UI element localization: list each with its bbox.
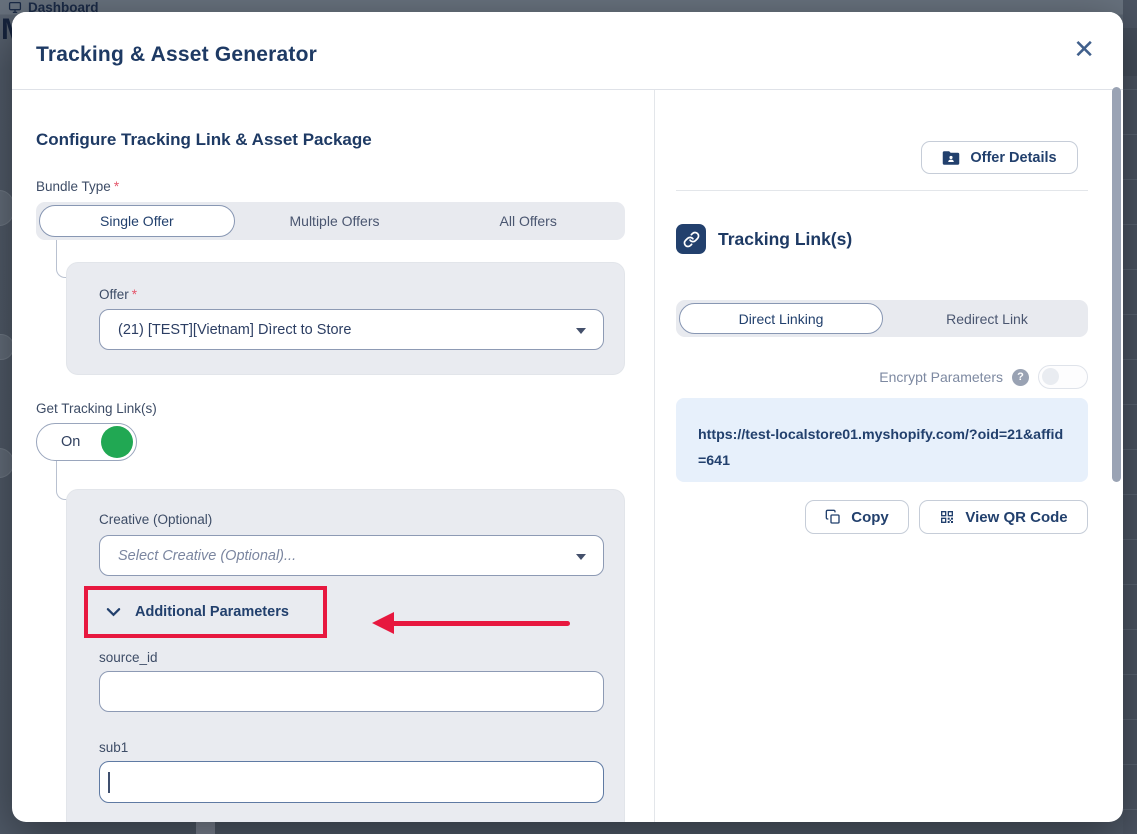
encrypt-parameters-label: Encrypt Parameters: [879, 369, 1003, 385]
additional-parameters-toggle[interactable]: Additional Parameters: [135, 604, 289, 620]
bundle-option-single-offer[interactable]: Single Offer: [39, 205, 235, 237]
creative-select[interactable]: Select Creative (Optional)...: [99, 535, 604, 576]
background-table-row: [1123, 28, 1137, 76]
copy-icon: [825, 509, 841, 525]
encrypt-parameters-switch[interactable]: [1038, 365, 1088, 389]
annotation-red-box: Additional Parameters: [84, 586, 327, 638]
tracking-asset-generator-modal: Tracking & Asset Generator ✕ Configure T…: [12, 12, 1123, 822]
offer-card: Offer* (21) [TEST][Vietnam] Dìrect to St…: [66, 262, 625, 375]
get-tracking-links-label: Get Tracking Link(s): [36, 401, 157, 416]
link-type-tabs: Direct Linking Redirect Link: [676, 300, 1088, 337]
offer-select-value: (21) [TEST][Vietnam] Dìrect to Store: [118, 322, 351, 338]
creative-select-placeholder: Select Creative (Optional)...: [118, 548, 296, 564]
creative-card: Creative (Optional) Select Creative (Opt…: [66, 489, 625, 822]
required-asterisk: *: [114, 179, 119, 194]
bundle-option-multiple-offers[interactable]: Multiple Offers: [238, 202, 432, 240]
annotation-arrow-left: [372, 611, 570, 635]
modal-scrollbar-thumb[interactable]: [1112, 87, 1121, 482]
chevron-down-icon: [576, 328, 586, 334]
text-cursor: [108, 772, 110, 793]
offer-label: Offer*: [99, 287, 137, 302]
copy-button[interactable]: Copy: [805, 500, 909, 534]
bundle-option-all-offers[interactable]: All Offers: [431, 202, 625, 240]
folder-user-icon: [942, 150, 960, 166]
creative-label: Creative (Optional): [99, 512, 212, 527]
copy-label: Copy: [851, 509, 889, 526]
tracking-url-box: https://test-localstore01.myshopify.com/…: [676, 398, 1088, 482]
qr-code-icon: [939, 509, 955, 525]
toggle-knob-on: [101, 426, 133, 458]
view-qr-code-label: View QR Code: [965, 509, 1067, 526]
encrypt-parameters-row: Encrypt Parameters ?: [676, 364, 1088, 390]
tracking-url-text: https://test-localstore01.myshopify.com/…: [698, 427, 1063, 469]
offer-details-button[interactable]: Offer Details: [921, 141, 1078, 174]
configure-section-heading: Configure Tracking Link & Asset Package: [36, 130, 372, 150]
required-asterisk: *: [132, 287, 137, 302]
source-id-label: source_id: [99, 650, 158, 665]
view-qr-code-button[interactable]: View QR Code: [919, 500, 1088, 534]
chevron-down-icon: [576, 554, 586, 560]
chevron-down-icon: [106, 607, 121, 617]
toggle-state-label: On: [61, 434, 80, 450]
get-tracking-links-toggle[interactable]: On: [36, 423, 137, 461]
sub1-input[interactable]: [99, 761, 604, 803]
close-icon[interactable]: ✕: [1073, 36, 1095, 62]
switch-knob-off: [1042, 368, 1059, 385]
bundle-type-segmented-control: Single Offer Multiple Offers All Offers: [36, 202, 625, 240]
tab-redirect-link[interactable]: Redirect Link: [886, 300, 1088, 337]
bundle-type-label: Bundle Type*: [36, 179, 119, 194]
offer-select[interactable]: (21) [TEST][Vietnam] Dìrect to Store: [99, 309, 604, 350]
modal-title: Tracking & Asset Generator: [36, 43, 317, 67]
background-table-strip: [1123, 0, 1137, 834]
modal-header: Tracking & Asset Generator ✕: [12, 12, 1123, 90]
sub1-label: sub1: [99, 740, 128, 755]
column-divider: [654, 90, 655, 822]
source-id-input[interactable]: [99, 671, 604, 712]
tracking-links-section-title: Tracking Link(s): [718, 229, 852, 250]
tree-connector: [56, 461, 67, 500]
right-panel-divider: [676, 190, 1088, 191]
offer-details-label: Offer Details: [970, 150, 1056, 166]
background-scrollbar-fragment: [196, 822, 215, 834]
tab-direct-linking[interactable]: Direct Linking: [679, 303, 883, 334]
link-icon: [676, 224, 706, 254]
help-question-icon[interactable]: ?: [1012, 369, 1029, 386]
